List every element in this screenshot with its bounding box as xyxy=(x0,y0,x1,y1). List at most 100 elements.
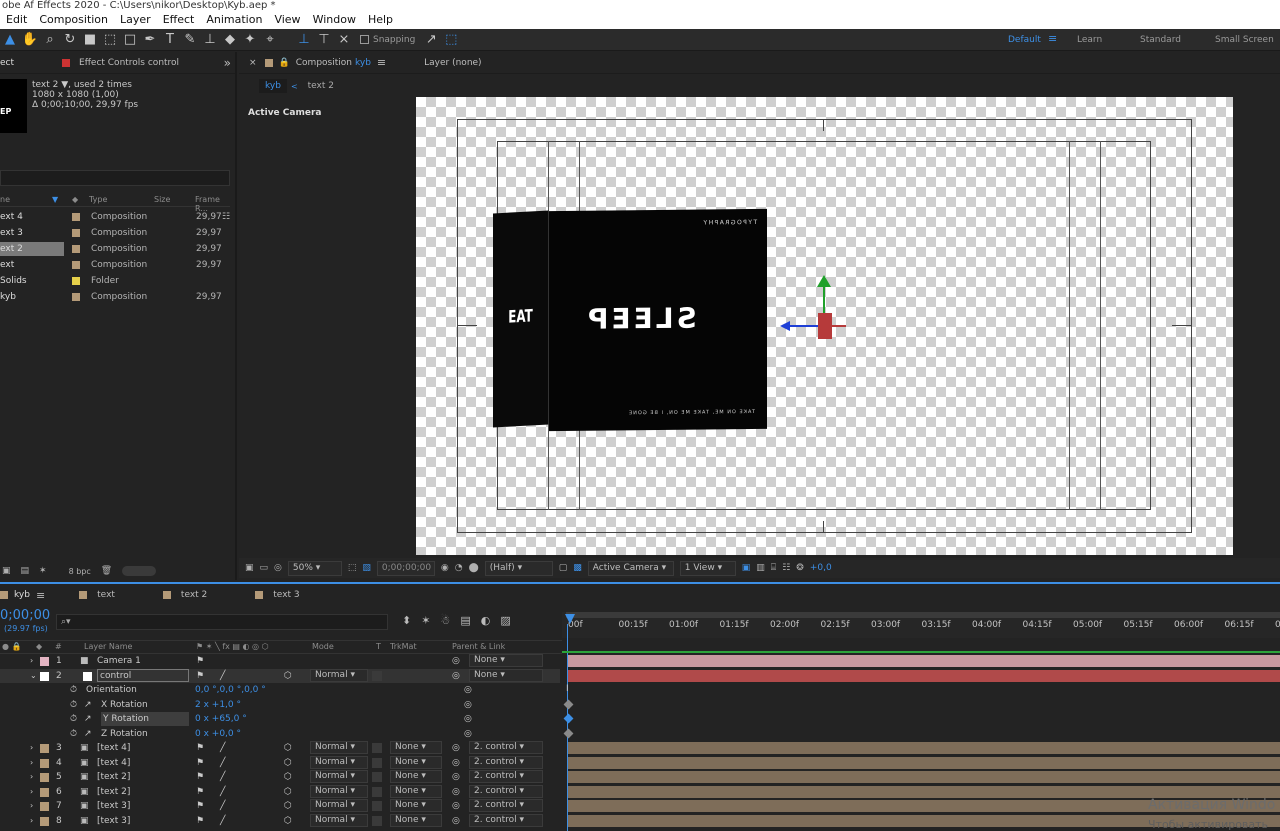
project-item-label[interactable] xyxy=(72,213,80,221)
quality-switch-icon[interactable]: ╱ xyxy=(220,741,225,755)
layer-name[interactable]: control xyxy=(97,668,189,682)
view-axis-icon[interactable]: ⨯ xyxy=(334,30,354,50)
expression-pickwhip-icon[interactable]: ◎ xyxy=(464,727,472,741)
snapshot-icon[interactable]: ◉ xyxy=(441,563,449,573)
roto-brush-tool-icon[interactable]: ✦ xyxy=(240,30,260,50)
mode-header[interactable]: Mode xyxy=(312,642,334,651)
flowchart-icon[interactable]: ☷ xyxy=(222,209,230,225)
pickwhip-icon[interactable]: ◎ xyxy=(452,756,460,770)
trkmat-dropdown[interactable]: None ▾ xyxy=(390,770,442,783)
snapping-toggle[interactable]: Snapping xyxy=(360,35,415,45)
vr-icon[interactable]: ◎ xyxy=(274,563,282,573)
new-comp-icon[interactable]: ✶ xyxy=(39,566,47,576)
name-column-header[interactable]: ne xyxy=(0,195,10,204)
property-value[interactable]: 2 x +1,0 ° xyxy=(195,698,241,712)
menu-help[interactable]: Help xyxy=(362,12,399,29)
layer-label-color[interactable] xyxy=(40,671,49,681)
workspace-menu-icon[interactable]: ≡ xyxy=(1048,32,1057,45)
workspace-small-screen[interactable]: Small Screen xyxy=(1215,35,1274,45)
size-column-header[interactable]: Size xyxy=(154,195,170,204)
layer-row[interactable]: › 8 ▣ [text 3] ⚑ ╱ ⬡ Normal ▾ None ▾ ◎ 2… xyxy=(0,813,560,829)
expand-arrow-icon[interactable]: ⌄ xyxy=(30,669,37,683)
layer-row[interactable]: › 3 ▣ [text 4] ⚑ ╱ ⬡ Normal ▾ None ▾ ◎ 2… xyxy=(0,741,560,756)
project-item-label[interactable] xyxy=(72,245,80,253)
layer-row[interactable]: › 7 ▣ [text 3] ⚑ ╱ ⬡ Normal ▾ None ▾ ◎ 2… xyxy=(0,799,560,814)
layer-row[interactable]: › 6 ▣ [text 2] ⚑ ╱ ⬡ Normal ▾ None ▾ ◎ 2… xyxy=(0,784,560,800)
breadcrumb-text2[interactable]: text 2 xyxy=(302,79,340,93)
trkmat-dropdown[interactable]: None ▾ xyxy=(390,784,442,798)
project-search-input[interactable] xyxy=(0,170,230,186)
current-time[interactable]: 0;00;00 xyxy=(0,608,50,623)
project-item[interactable]: ext Composition 29,97 xyxy=(0,257,230,273)
menu-window[interactable]: Window xyxy=(307,12,362,29)
region-of-interest-icon[interactable]: ▧ xyxy=(362,563,371,573)
property-value[interactable]: 0 x +65,0 ° xyxy=(195,712,247,726)
viewer-timecode[interactable]: 0;00;00;00 xyxy=(376,560,435,576)
quality-switch-icon[interactable]: ╱ xyxy=(220,770,225,784)
thumbnail-slider[interactable] xyxy=(122,566,157,576)
stopwatch-icon[interactable]: ⏱ xyxy=(70,698,77,712)
workspace-standard[interactable]: Standard xyxy=(1140,35,1181,45)
parent-dropdown[interactable]: None ▾ xyxy=(469,654,543,667)
layer-name[interactable]: [text 2] xyxy=(97,770,130,784)
layer-label-color[interactable] xyxy=(40,657,49,666)
preserve-transparency-toggle[interactable] xyxy=(372,743,382,753)
expression-pickwhip-icon[interactable]: ◎ xyxy=(464,683,472,697)
layer-name[interactable]: [text 3] xyxy=(97,799,130,813)
layer-name[interactable]: [text 3] xyxy=(97,814,130,828)
quality-switch-icon[interactable]: ╱ xyxy=(220,669,225,683)
tab-text3[interactable]: text 3 xyxy=(273,590,299,600)
graph-icon[interactable]: ↗ xyxy=(84,698,92,712)
layer-tab[interactable]: Layer (none) xyxy=(424,58,481,68)
3d-layer-switch-icon[interactable]: ⬡ xyxy=(284,770,292,784)
type-tool-icon[interactable]: T xyxy=(160,30,180,50)
shy-switch-icon[interactable]: ⚑ xyxy=(196,799,204,813)
clone-stamp-tool-icon[interactable]: ⊥ xyxy=(200,30,220,50)
layer-label-color[interactable] xyxy=(40,744,49,753)
layer-name[interactable]: [text 2] xyxy=(97,785,130,799)
quality-switch-icon[interactable]: ╱ xyxy=(220,814,225,828)
timeline-search-input[interactable]: ⌕▾ xyxy=(56,614,388,630)
fast-previews-icon[interactable]: ▥ xyxy=(756,563,765,573)
mode-dropdown[interactable]: Normal ▾ xyxy=(310,784,368,798)
hand-tool-icon[interactable]: ✋ xyxy=(20,30,40,50)
type-column-header[interactable]: Type xyxy=(89,195,107,204)
project-tab[interactable]: ect xyxy=(0,58,14,68)
mode-dropdown[interactable]: Normal ▾ xyxy=(310,770,368,783)
pickwhip-icon[interactable]: ◎ xyxy=(452,785,460,799)
menu-animation[interactable]: Animation xyxy=(200,12,268,29)
interpret-footage-icon[interactable]: ▣ xyxy=(2,566,11,576)
menu-composition[interactable]: Composition xyxy=(33,12,114,29)
motion-blur-icon[interactable]: ◐ xyxy=(481,614,491,627)
hold-keyframe-icon[interactable]: I xyxy=(566,684,569,694)
stopwatch-icon[interactable]: ⏱ xyxy=(70,727,77,741)
menu-layer[interactable]: Layer xyxy=(114,12,157,29)
expand-arrow-icon[interactable]: › xyxy=(30,814,33,828)
property-row[interactable]: ⏱ ↗ X Rotation 2 x +1,0 ° ◎ xyxy=(0,698,560,713)
3d-layer-switch-icon[interactable]: ⬡ xyxy=(284,756,292,770)
workspace-learn[interactable]: Learn xyxy=(1077,35,1102,45)
mode-dropdown[interactable]: Normal ▾ xyxy=(310,799,368,812)
gizmo-x-handle[interactable] xyxy=(818,313,832,339)
shy-switch-icon[interactable]: ⚑ xyxy=(196,669,204,683)
parent-dropdown[interactable]: 2. control ▾ xyxy=(469,755,543,769)
zoom-dropdown[interactable]: 50% ▾ xyxy=(287,560,342,576)
layer-label-color[interactable] xyxy=(40,802,49,811)
brush-tool-icon[interactable]: ✎ xyxy=(180,30,200,50)
tab-kyb[interactable]: kyb xyxy=(14,590,30,600)
layer-label-color[interactable] xyxy=(40,787,49,797)
shy-switch-icon[interactable]: ⚑ xyxy=(196,770,204,784)
graph-icon[interactable]: ↗ xyxy=(84,712,92,726)
project-item[interactable]: ext 4 Composition 29,97 ☷ xyxy=(0,209,230,225)
quality-switch-icon[interactable]: ╱ xyxy=(220,756,225,770)
expand-arrow-icon[interactable]: › xyxy=(30,785,33,799)
layer-row[interactable]: › 5 ▣ [text 2] ⚑ ╱ ⬡ Normal ▾ None ▾ ◎ 2… xyxy=(0,770,560,785)
toggle-pixel-aspect-icon[interactable]: ▣ xyxy=(742,563,751,573)
breadcrumb-kyb[interactable]: kyb xyxy=(259,79,287,93)
3d-layer-switch-icon[interactable]: ⬡ xyxy=(284,814,292,828)
mode-dropdown[interactable]: Normal ▾ xyxy=(310,741,368,754)
draft-3d-icon[interactable]: ✶ xyxy=(421,614,430,627)
zoom-tool-icon[interactable]: ⌕ xyxy=(40,30,60,50)
3d-layer-switch-icon[interactable]: ⬡ xyxy=(284,799,292,813)
preserve-transparency-toggle[interactable] xyxy=(372,801,382,811)
